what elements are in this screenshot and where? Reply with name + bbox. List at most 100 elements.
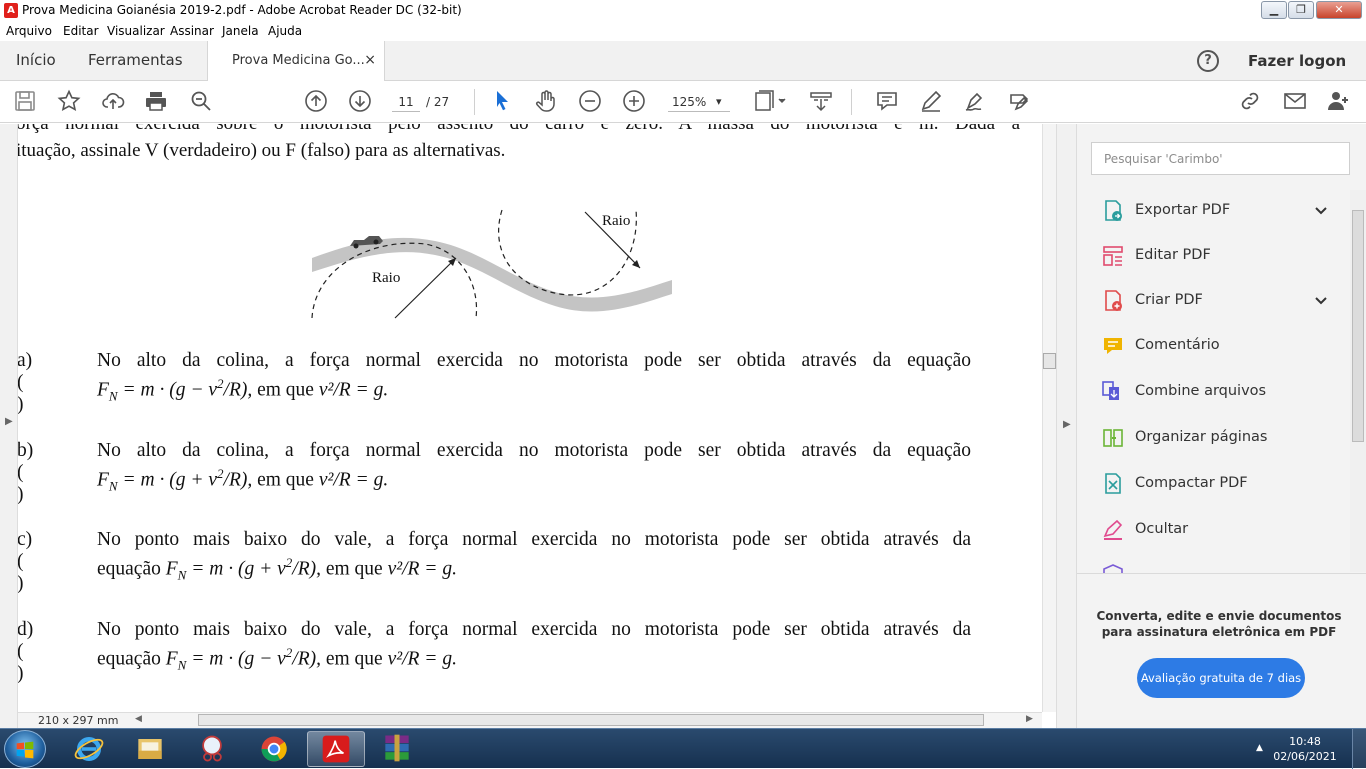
fill-sign-icon[interactable] [1006, 89, 1032, 115]
tool-organize-pages[interactable]: Organizar páginas [1098, 423, 1338, 453]
eq-tail: em que [325, 648, 383, 670]
page-up-icon[interactable] [303, 89, 329, 115]
tools-search-input[interactable]: Pesquisar 'Carimbo' [1091, 142, 1350, 175]
chevron-down-icon[interactable] [1314, 294, 1328, 308]
eq-den: /R), [223, 469, 258, 491]
eq-cond: v²/R = g. [313, 379, 389, 401]
eq-mid: = m · (g + v [186, 558, 286, 580]
start-button[interactable] [4, 730, 46, 768]
tool-compress-pdf[interactable]: Compactar PDF [1098, 469, 1338, 499]
close-button[interactable]: ✕ [1316, 1, 1362, 19]
item-a-text: No alto da colina, a força normal exerci… [97, 350, 971, 371]
eq-den: /R), [292, 558, 326, 580]
eq-sub: N [108, 388, 118, 404]
protect-icon [1103, 564, 1123, 573]
scroll-right-icon[interactable]: ▶ [1026, 714, 1033, 724]
menu-assinar[interactable]: Assinar [170, 24, 214, 38]
tab-document[interactable]: Prova Medicina Go... × [207, 41, 385, 82]
close-tab-icon[interactable]: × [364, 41, 376, 80]
menu-editar[interactable]: Editar [63, 24, 99, 38]
right-panel-toggle[interactable]: ▶ [1056, 124, 1076, 728]
help-icon[interactable]: ? [1197, 50, 1219, 72]
eq-prefix: equação [97, 558, 166, 580]
page-down-icon[interactable] [347, 89, 373, 115]
promo-text: Converta, edite e envie documentos para … [1096, 609, 1342, 639]
road-figure: Raio Raio [311, 209, 672, 319]
zoom-value: 125% [672, 95, 707, 109]
zoom-in-icon[interactable] [621, 89, 647, 115]
print-icon[interactable] [143, 89, 169, 115]
chrome-icon[interactable] [245, 731, 303, 767]
upload-icon[interactable] [100, 89, 126, 115]
scroll-mode-icon[interactable] [808, 89, 834, 115]
highlight-pen-icon[interactable] [918, 89, 944, 115]
window-title: Prova Medicina Goianésia 2019-2.pdf - Ad… [22, 3, 462, 17]
chevron-down-icon[interactable] [1314, 204, 1328, 218]
maximize-button[interactable]: ❐ [1288, 1, 1314, 19]
eq-den: /R), [292, 648, 326, 670]
menu-janela[interactable]: Janela [222, 24, 259, 38]
tool-create-pdf[interactable]: Criar PDF [1098, 286, 1338, 316]
sign-icon[interactable] [962, 89, 988, 115]
star-icon[interactable] [56, 89, 82, 115]
tray-expand-icon[interactable]: ▲ [1256, 743, 1263, 753]
eq-cond: v²/R = g. [382, 558, 457, 580]
page-display-icon[interactable] [753, 89, 789, 115]
menu-visualizar[interactable]: Visualizar [107, 24, 165, 38]
add-user-icon[interactable] [1325, 89, 1351, 115]
eq-sub: N [108, 478, 118, 494]
tool-redact[interactable]: Ocultar [1098, 515, 1338, 545]
tab-tools[interactable]: Ferramentas [88, 41, 183, 81]
mail-icon[interactable] [1282, 89, 1308, 115]
acrobat-taskbar-icon[interactable] [307, 731, 365, 767]
tools-scroll-thumb[interactable] [1352, 210, 1364, 442]
internet-explorer-icon[interactable] [60, 731, 118, 767]
winrar-icon[interactable] [369, 731, 427, 767]
select-cursor-icon[interactable] [489, 89, 515, 115]
vertical-scrollbar[interactable] [1042, 124, 1056, 712]
tool-comment[interactable]: Comentário [1098, 331, 1338, 361]
left-panel-toggle[interactable]: ▶ [0, 124, 18, 728]
hand-tool-icon[interactable] [533, 89, 559, 115]
redact-icon [1103, 519, 1123, 540]
page-number-input[interactable]: 11 [392, 92, 420, 112]
tool-edit-pdf[interactable]: Editar PDF [1098, 241, 1338, 271]
create-pdf-icon [1105, 290, 1122, 311]
horizontal-scroll-thumb[interactable] [198, 714, 984, 726]
tool-label: Comentário [1135, 337, 1220, 353]
zoom-out-icon[interactable] [577, 89, 603, 115]
item-b-text: No alto da colina, a força normal exerci… [97, 440, 971, 461]
vertical-scroll-thumb[interactable] [1043, 353, 1056, 369]
zoom-search-icon[interactable] [188, 89, 214, 115]
acrobat-icon: A [4, 3, 18, 18]
tool-combine-files[interactable]: Combine arquivos [1098, 377, 1338, 407]
show-desktop-button[interactable] [1352, 729, 1366, 769]
snipping-tool-icon[interactable] [183, 731, 241, 767]
login-button[interactable]: Fazer logon [1248, 41, 1346, 81]
free-trial-button[interactable]: Avaliação gratuita de 7 dias [1137, 658, 1305, 698]
item-d-text: No ponto mais baixo do vale, a força nor… [97, 619, 971, 640]
tool-label: Compactar PDF [1135, 475, 1248, 491]
tool-label: Criar PDF [1135, 292, 1203, 308]
tool-export-pdf[interactable]: Exportar PDF [1098, 196, 1338, 226]
tool-label: Organizar páginas [1135, 429, 1268, 445]
pdf-page: orça normal exercida sobre o motorista p… [18, 124, 1042, 712]
zoom-select[interactable]: 125% ▾ [668, 92, 730, 112]
edit-pdf-icon [1103, 246, 1123, 266]
combine-files-icon [1102, 381, 1119, 400]
tab-home[interactable]: Início [16, 41, 56, 81]
comment-icon[interactable] [874, 89, 900, 115]
menu-arquivo[interactable]: Arquivo [6, 24, 52, 38]
scroll-left-icon[interactable]: ◀ [135, 714, 142, 724]
tool-label: Exportar PDF [1135, 202, 1231, 218]
clock[interactable]: 10:48 02/06/2021 [1270, 734, 1340, 764]
file-explorer-icon[interactable] [121, 731, 179, 767]
eq-f: F [97, 469, 109, 491]
intro-line-1: orça normal exercida sobre o motorista p… [18, 124, 1020, 138]
raio-label-colina: Raio [372, 270, 400, 286]
share-link-icon[interactable] [1237, 89, 1263, 115]
item-b-equation: FN = m · (g + v2/R), em que v²/R = g. [97, 466, 388, 494]
minimize-button[interactable]: ▁ [1261, 1, 1287, 19]
menu-ajuda[interactable]: Ajuda [268, 24, 302, 38]
save-icon[interactable] [12, 89, 38, 115]
